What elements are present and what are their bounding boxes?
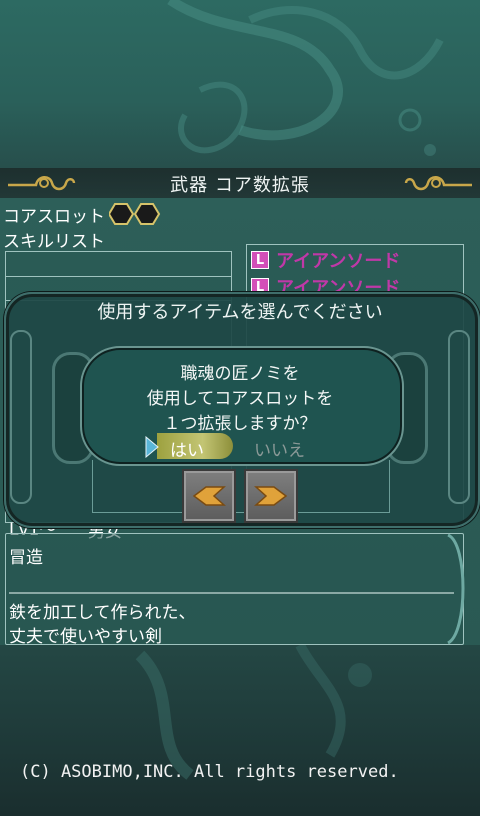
- scroll-ornament-icon: [404, 176, 472, 191]
- core-slot-label: コアスロット: [3, 207, 105, 227]
- hexagon-slot-icon: [109, 203, 161, 225]
- item-select-frame: [92, 460, 390, 513]
- previous-button[interactable]: [182, 469, 236, 523]
- skill-list-label: スキルリスト: [3, 232, 105, 252]
- confirm-message-line-2: 使用してコアスロットを: [146, 389, 334, 409]
- list-item[interactable]: L アイアンソード: [251, 248, 400, 272]
- item-badge: L: [251, 251, 269, 269]
- next-button[interactable]: [244, 469, 298, 523]
- item-name: アイアンソード: [276, 251, 401, 272]
- leaf-pattern-icon: [167, 0, 444, 156]
- right-arrow-icon: [254, 486, 288, 506]
- description-frame-icon: [447, 533, 465, 645]
- item-select-dialog-title: 使用するアイテムを選んでください: [97, 302, 383, 323]
- background-top: [0, 0, 480, 168]
- description-line-2: 丈夫で使いやすい剣: [9, 627, 162, 647]
- confirm-message-line-3: １つ拡張しますか？: [163, 414, 317, 434]
- description-divider: [9, 592, 454, 594]
- cursor-arrow-icon: [145, 436, 159, 458]
- scroll-ornament-icon: [8, 176, 76, 191]
- maker-label: 冒造: [9, 548, 43, 568]
- copyright-text: (C) ASOBIMO,INC. All rights reserved.: [20, 762, 399, 782]
- leaf-pattern-icon: [135, 645, 372, 780]
- yes-label[interactable]: はい: [170, 436, 204, 461]
- left-arrow-icon: [192, 486, 226, 506]
- confirm-message-line-1: 職魂の匠ノミを: [180, 364, 300, 384]
- background-bottom: [0, 645, 480, 816]
- description-line-1: 鉄を加工して作られた、: [9, 603, 196, 623]
- no-button[interactable]: いいえ: [254, 436, 305, 461]
